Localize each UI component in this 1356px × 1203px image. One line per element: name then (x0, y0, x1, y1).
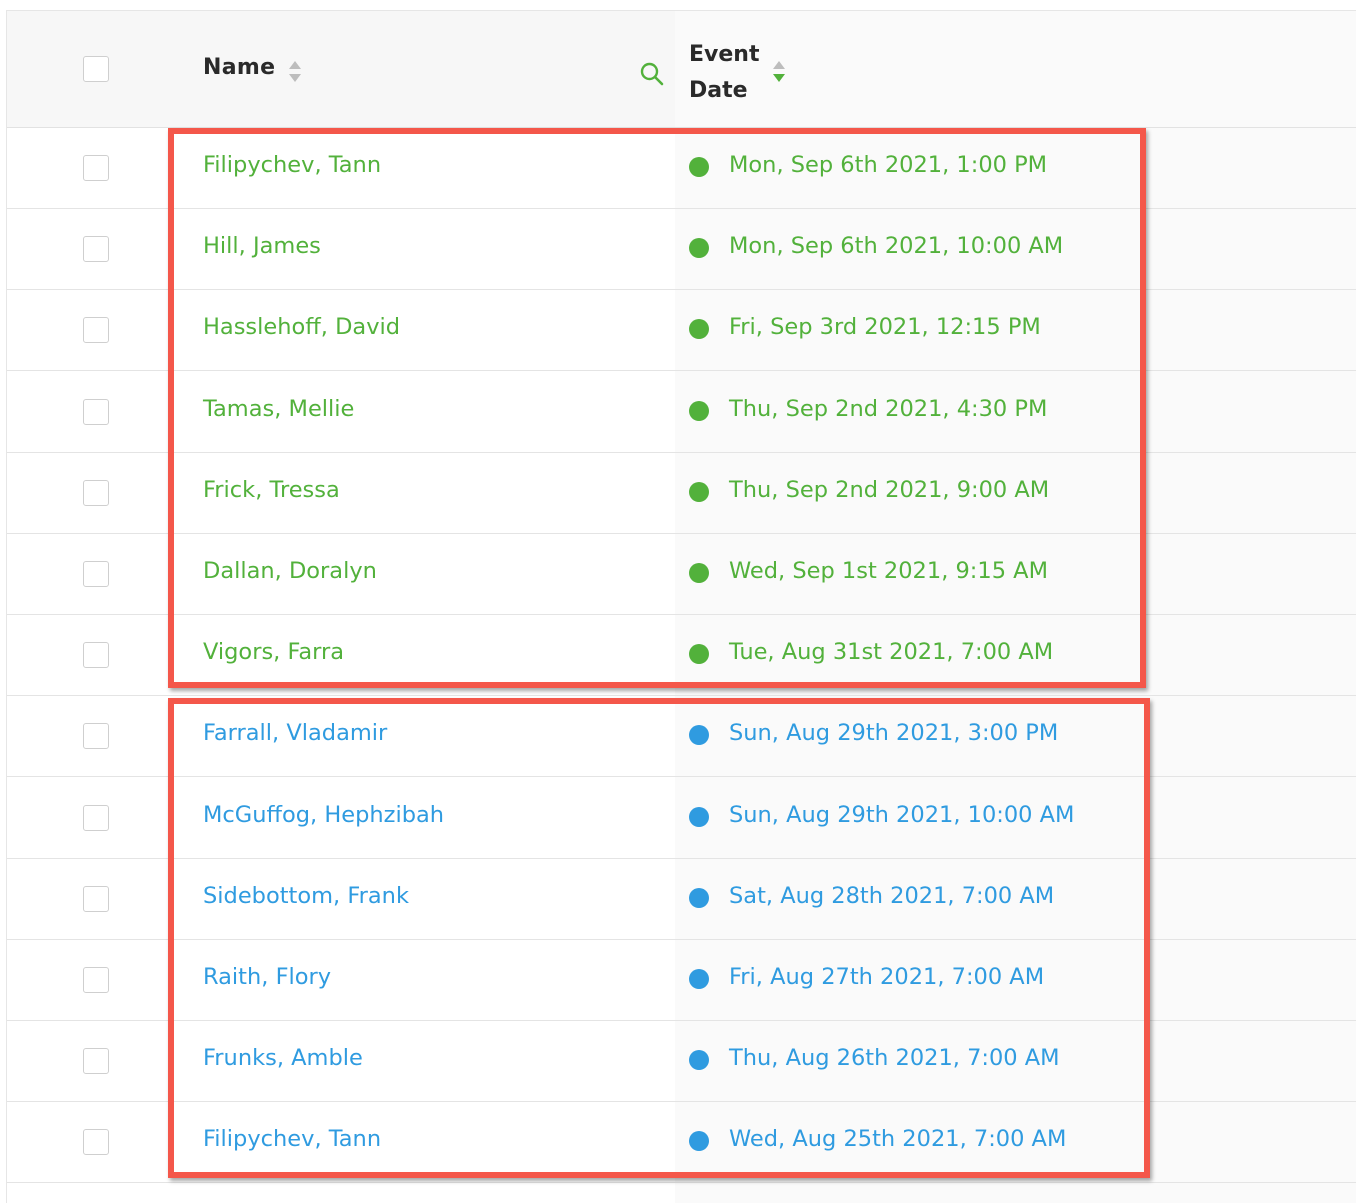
row-checkbox[interactable] (83, 804, 109, 831)
event-date-column-header[interactable]: Event Date (689, 37, 769, 109)
table-row[interactable]: Hill, James Mon, Sep 6th 2021, 10:00 AM (7, 209, 1356, 291)
event-date-value: Fri, Sep 3rd 2021, 12:15 PM (729, 314, 1041, 341)
event-date-value: Thu, Sep 2nd 2021, 9:00 AM (729, 476, 1050, 503)
attendee-name-link[interactable]: Hasslehoff, David (203, 314, 400, 340)
event-date-value: Thu, Aug 26th 2021, 7:00 AM (729, 1045, 1060, 1072)
table-row[interactable]: Tamas, Mellie Thu, Sep 2nd 2021, 4:30 PM (7, 372, 1356, 453)
table-row[interactable]: McGuffog, Hephzibah Sun, Aug 29th 2021, 1… (7, 778, 1356, 859)
status-dot-icon (689, 319, 709, 340)
select-all-checkbox[interactable] (83, 56, 109, 82)
attendee-name-link[interactable]: Filipychev, Tann (203, 1126, 381, 1152)
event-date-value: Tue, Aug 31st 2021, 7:00 AM (729, 639, 1054, 666)
name-sort-icon[interactable] (287, 59, 303, 85)
status-dot-icon (689, 1131, 709, 1152)
status-dot-icon (689, 969, 709, 989)
attendee-name-link[interactable]: Dallan, Doralyn (203, 558, 377, 584)
event-date-value: Wed, Sep 1st 2021, 9:15 AM (729, 558, 1048, 584)
status-dot-icon (689, 563, 709, 583)
event-date-header-line2: Date (689, 78, 748, 103)
row-checkbox[interactable] (83, 642, 109, 669)
event-date-value: Sun, Aug 29th 2021, 3:00 PM (729, 720, 1059, 747)
row-checkbox[interactable] (83, 398, 109, 425)
table-row[interactable]: Filipychev, Tann Mon, Sep 6th 2021, 1:00 … (7, 128, 1356, 209)
status-dot-icon (689, 400, 709, 421)
row-checkbox[interactable] (83, 1048, 109, 1075)
event-date-value: Mon, Sep 6th 2021, 1:00 PM (729, 152, 1048, 178)
table-row[interactable]: Dallan, Doralyn Wed, Sep 1st 2021, 9:15 A… (7, 534, 1356, 615)
attendee-name-link[interactable]: Farrall, Vladamir (203, 720, 387, 746)
status-dot-icon (689, 157, 709, 177)
status-dot-icon (689, 644, 709, 665)
attendee-name-link[interactable]: Frunks, Amble (203, 1045, 363, 1071)
event-date-sort-icon[interactable] (771, 59, 787, 85)
event-date-value: Wed, Aug 25th 2021, 7:00 AM (729, 1126, 1067, 1153)
row-checkbox[interactable] (83, 561, 109, 587)
events-table: Name Event Date Filipychev, Tann Mon, Sep… (6, 10, 1356, 1203)
attendee-name-link[interactable]: McGuffog, Hephzibah (203, 802, 444, 828)
event-date-value: Sun, Aug 29th 2021, 10:00 AM (729, 801, 1075, 828)
row-checkbox[interactable] (83, 317, 109, 344)
table-row[interactable]: Vigors, Farra Tue, Aug 31st 2021, 7:00 AM (7, 615, 1356, 697)
attendee-name-link[interactable]: Vigors, Farra (203, 639, 344, 665)
row-checkbox[interactable] (83, 236, 109, 263)
table-row[interactable]: Farrall, Vladamir Sun, Aug 29th 2021, 3:0… (7, 696, 1356, 778)
table-row[interactable]: Raith, Flory Fri, Aug 27th 2021, 7:00 AM (7, 940, 1356, 1021)
status-dot-icon (689, 1050, 709, 1071)
search-icon[interactable] (639, 61, 665, 87)
event-date-value: Thu, Sep 2nd 2021, 4:30 PM (729, 395, 1048, 422)
table-row[interactable]: Frunks, Amble Thu, Aug 26th 2021, 7:00 AM (7, 1021, 1356, 1103)
attendee-name-link[interactable]: Tamas, Mellie (203, 396, 354, 422)
table-header: Name Event Date (7, 11, 1356, 128)
status-dot-icon (689, 887, 709, 908)
name-column-header[interactable]: Name (203, 55, 275, 80)
event-date-value: Mon, Sep 6th 2021, 10:00 AM (729, 233, 1064, 260)
row-checkbox[interactable] (83, 885, 109, 912)
status-dot-icon (689, 806, 709, 827)
attendee-name-link[interactable]: Hill, James (203, 233, 321, 259)
table-row[interactable]: Frick, Tressa Thu, Sep 2nd 2021, 9:00 AM (7, 453, 1356, 534)
attendee-name-link[interactable]: Frick, Tressa (203, 477, 340, 503)
row-checkbox[interactable] (83, 155, 109, 181)
event-date-value: Sat, Aug 28th 2021, 7:00 AM (729, 882, 1055, 909)
row-checkbox[interactable] (83, 967, 109, 993)
status-dot-icon (689, 481, 709, 502)
event-date-header-line1: Event (689, 42, 760, 67)
attendee-name-link[interactable]: Raith, Flory (203, 964, 331, 990)
row-checkbox[interactable] (83, 1129, 109, 1156)
table-row[interactable]: Sidebottom, Frank Sat, Aug 28th 2021, 7:0… (7, 859, 1356, 940)
status-dot-icon (689, 238, 709, 259)
row-checkbox[interactable] (83, 479, 109, 506)
table-row[interactable]: Filipychev, Tann Wed, Aug 25th 2021, 7:00… (7, 1102, 1356, 1184)
table-row[interactable]: Hasslehoff, David Fri, Sep 3rd 2021, 12:1… (7, 290, 1356, 372)
row-checkbox[interactable] (83, 723, 109, 750)
attendee-name-link[interactable]: Filipychev, Tann (203, 152, 381, 178)
attendee-name-link[interactable]: Sidebottom, Frank (203, 883, 409, 909)
event-date-value: Fri, Aug 27th 2021, 7:00 AM (729, 964, 1045, 990)
status-dot-icon (689, 725, 709, 746)
